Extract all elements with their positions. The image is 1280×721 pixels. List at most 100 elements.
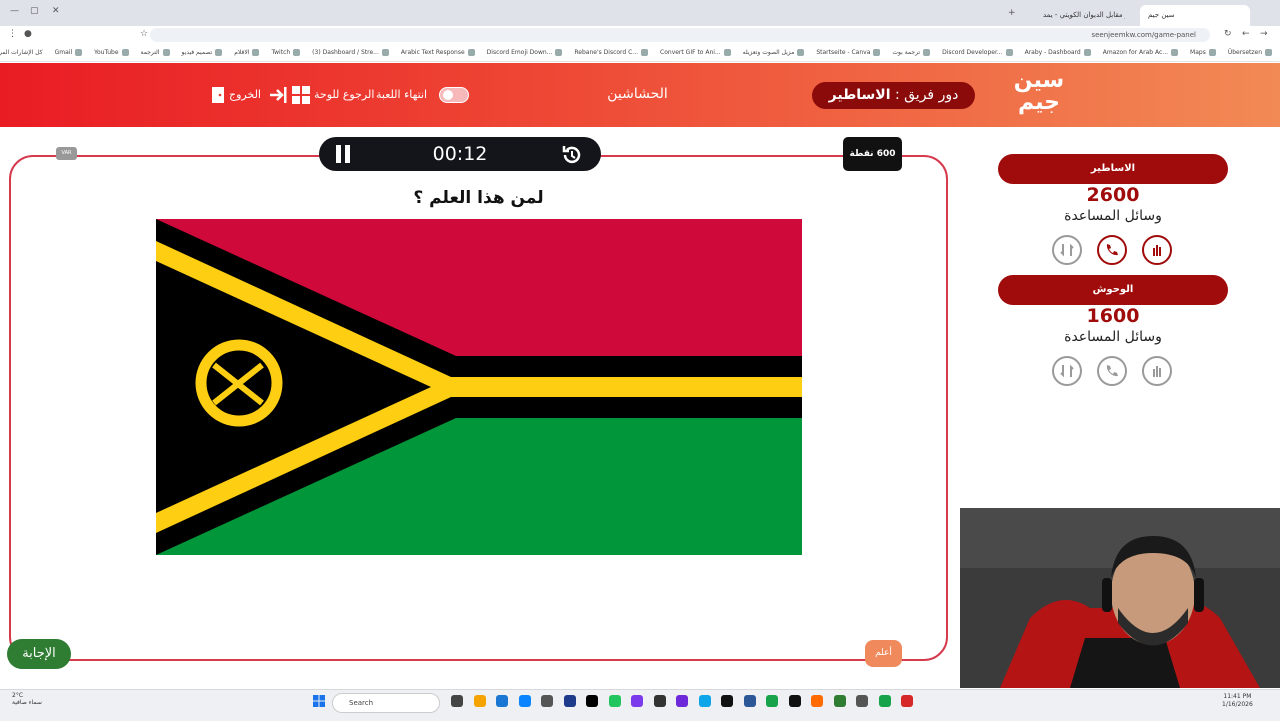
taskbar-app-icon[interactable] — [833, 695, 846, 707]
bookmark-favicon-icon — [381, 49, 389, 56]
bookmark-favicon-icon — [1171, 49, 1179, 56]
taskbar-app-icon[interactable] — [878, 695, 891, 707]
bookmark-label: Rebane's Discord C... — [574, 49, 639, 56]
turn-team-name: الاساطير — [828, 87, 891, 103]
taskbar-app-icon[interactable] — [653, 695, 666, 707]
bookmark-label: Startseite - Canva — [816, 49, 871, 56]
back-icon[interactable]: ← — [1242, 29, 1250, 39]
var-badge[interactable]: VAR — [56, 147, 77, 160]
bookmark-item[interactable]: تصميم فيديو — [182, 49, 223, 56]
taskbar-app-icon[interactable] — [631, 695, 643, 707]
taskbar-app-icon[interactable] — [811, 695, 823, 707]
bookmark-item[interactable]: Gmail — [55, 49, 83, 56]
taskbar-app-icon[interactable] — [451, 695, 463, 707]
phone-icon[interactable] — [1097, 356, 1127, 386]
team-turn-badge: دور فريق : الاساطير — [812, 82, 975, 109]
bookmark-item[interactable]: YouTube — [94, 49, 129, 56]
hand-icon[interactable] — [1142, 356, 1172, 386]
browser-tab-bar: — ▢ ✕ الاليوبو مقابل الديوان الكويتي - ي… — [0, 0, 1280, 26]
swap-icon[interactable] — [1052, 356, 1082, 386]
bookmark-item[interactable]: Rebane's Discord C... — [574, 49, 649, 56]
end-game-toggle[interactable] — [439, 87, 469, 103]
bookmark-label: ترجمة بوت — [892, 49, 921, 56]
bookmark-item[interactable]: Maps — [1190, 49, 1216, 56]
taskbar-app-icon[interactable] — [608, 695, 621, 707]
url-field[interactable]: seenjeemkw.com/game-panel — [150, 28, 1210, 42]
logo-line-1: سين — [1013, 68, 1065, 93]
taskbar-app-icon[interactable] — [676, 695, 688, 707]
menu-dots-icon[interactable]: ⋮ — [8, 29, 17, 39]
windows-start-icon[interactable] — [313, 695, 325, 707]
bookmark-item[interactable]: (3) Dashboard / Stre... — [312, 49, 389, 56]
bookmark-item[interactable]: الاقلام — [234, 49, 260, 56]
bookmark-item[interactable]: Convert GIF to Ani... — [660, 49, 731, 56]
taskbar-app-icon[interactable] — [766, 695, 778, 707]
bookmark-item[interactable]: Discord Developer... — [942, 49, 1013, 56]
bookmark-label: الترجمة — [140, 49, 160, 56]
bookmark-label: Arabic Text Response — [400, 49, 465, 56]
bookmark-label: Convert GIF to Ani... — [660, 49, 721, 56]
taskbar-app-icon[interactable] — [901, 695, 913, 707]
help-tools-label: وسائل المساعدة — [1064, 208, 1162, 224]
taskbar-app-icon[interactable] — [743, 695, 756, 707]
taskbar-app-icon[interactable] — [518, 695, 531, 707]
know-button[interactable]: أعلم — [865, 640, 902, 667]
clock-time: 11:41 PM — [1223, 693, 1252, 700]
logo-line-2: جيم — [1017, 90, 1061, 115]
answer-button[interactable]: الإجابة — [7, 639, 71, 669]
star-icon[interactable]: ☆ — [140, 29, 148, 39]
bookmark-item[interactable]: Araby - Dashboard — [1025, 49, 1091, 56]
bookmark-favicon-icon — [797, 49, 805, 56]
taskbar-app-icon[interactable] — [721, 695, 733, 707]
bookmark-item[interactable]: Übersetzen — [1228, 49, 1272, 56]
taskbar-search[interactable]: Search — [332, 693, 440, 713]
new-tab-icon[interactable]: + — [1008, 8, 1016, 18]
question-text: لمن هذا العلم ؟ — [413, 188, 544, 208]
taskbar-app-icon[interactable] — [541, 695, 553, 707]
taskbar-app-icon[interactable] — [698, 695, 711, 707]
reload-icon[interactable]: ↻ — [1224, 29, 1232, 39]
bookmark-label: Discord Emoji Down... — [486, 49, 553, 56]
end-game-button[interactable]: انتهاء اللعبة — [376, 85, 427, 105]
weather-widget[interactable]: 2°C سماء صافية — [12, 692, 42, 706]
all-bookmarks-link[interactable]: كل الإشارات المرجعية — [0, 49, 43, 56]
bookmark-favicon-icon — [873, 49, 881, 56]
bookmark-label: تصميم فيديو — [181, 49, 213, 56]
phone-icon[interactable] — [1097, 235, 1127, 265]
back-to-board-button[interactable]: الرجوع للوحة — [268, 85, 374, 105]
profile-icon[interactable]: ● — [24, 29, 32, 39]
system-clock[interactable]: 11:41 PM 1/16/2026 — [1222, 693, 1253, 709]
bookmark-item[interactable]: Arabic Text Response — [401, 49, 475, 56]
tab-label: سين جيم — [1148, 11, 1175, 19]
team-name-bar: الوحوش — [998, 275, 1228, 305]
taskbar-app-icon[interactable] — [473, 695, 486, 707]
window-close-icon[interactable]: ✕ — [52, 6, 60, 16]
bookmark-item[interactable]: Amazon for Arab Ac... — [1103, 49, 1179, 56]
taskbar-app-icon[interactable] — [586, 695, 598, 707]
site-logo[interactable]: سين جيم — [1010, 70, 1068, 120]
taskbar-app-icon[interactable] — [788, 695, 801, 707]
bookmark-favicon-icon — [1005, 49, 1013, 56]
bookmark-item[interactable]: ترجمة بوت — [892, 49, 931, 56]
bookmark-item[interactable]: الترجمة — [141, 49, 170, 56]
tab-active[interactable]: سين جيم — [1140, 5, 1250, 26]
swap-icon[interactable] — [1052, 235, 1082, 265]
taskbar-app-icon[interactable] — [496, 695, 508, 707]
bookmark-item[interactable]: Discord Emoji Down... — [487, 49, 563, 56]
window-minimize-icon[interactable]: — — [10, 6, 19, 16]
pause-icon[interactable] — [335, 145, 351, 163]
taskbar-app-icon[interactable] — [563, 695, 576, 707]
taskbar-app-icon[interactable] — [856, 695, 868, 707]
tab-secondary[interactable]: الاليوبو مقابل الديوان الكويتي - يمد... — [1035, 5, 1125, 26]
window-restore-icon[interactable]: ▢ — [30, 6, 39, 16]
bookmark-item[interactable]: مزيل الصوت وتعزيله — [743, 49, 805, 56]
forward-icon[interactable]: → — [1260, 29, 1268, 39]
exit-button[interactable]: الخروج — [211, 85, 261, 105]
bookmark-item[interactable]: Startseite - Canva — [816, 49, 881, 56]
exit-label: الخروج — [229, 88, 261, 101]
reset-timer-icon[interactable] — [561, 144, 583, 166]
bookmark-favicon-icon — [1208, 49, 1216, 56]
hand-icon[interactable] — [1142, 235, 1172, 265]
bookmark-item[interactable]: Twitch — [271, 49, 301, 56]
bookmark-label: Maps — [1190, 49, 1206, 56]
